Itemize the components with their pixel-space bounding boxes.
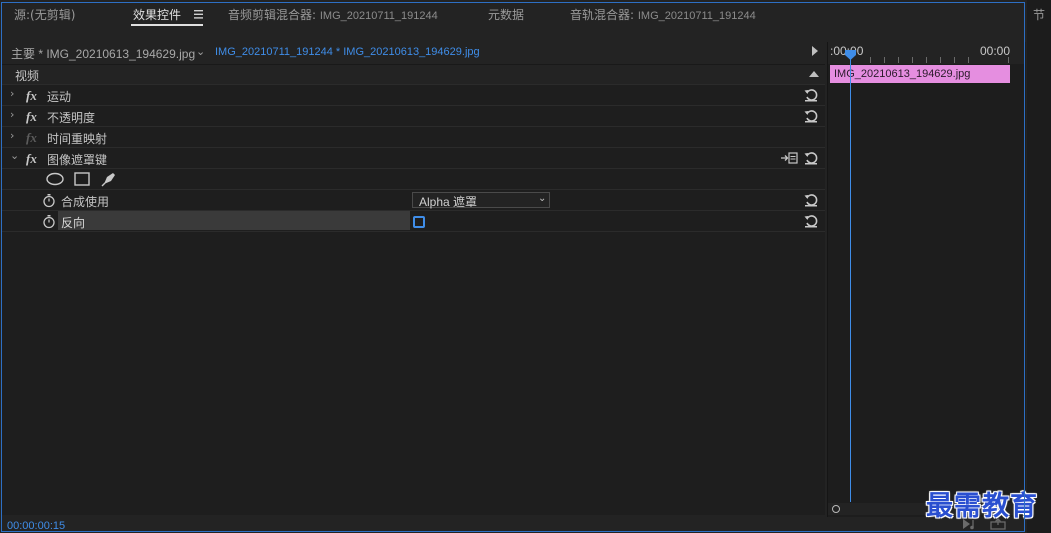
effect-row-motion[interactable]: › fx 运动 [2, 86, 825, 106]
playhead-icon[interactable] [845, 50, 856, 60]
effect-row-opacity[interactable]: › fx 不透明度 [2, 107, 825, 127]
ruler-end-label: 00:00 [980, 44, 1011, 58]
pen-mask-icon[interactable] [101, 171, 117, 187]
show-timeline-toggle-icon[interactable] [812, 46, 818, 56]
tab-source-label: 源:(无剪辑) [14, 8, 76, 22]
effect-label-time-remapping: 时间重映射 [47, 132, 108, 146]
right-panel-tab-label[interactable]: 节 [1033, 6, 1045, 23]
invert-label-highlight [58, 211, 410, 230]
tab-track-mixer-sub: IMG_20210711_191244 [637, 10, 756, 22]
stopwatch-icon[interactable] [42, 193, 56, 208]
ruler-tick [870, 57, 871, 63]
tab-metadata[interactable]: 元数据 [488, 6, 524, 23]
reset-icon[interactable] [803, 87, 819, 103]
ruler-tick [884, 57, 885, 63]
tab-effect-controls-label: 效果控件 [133, 8, 182, 22]
chevron-down-icon: ⌄ [538, 193, 547, 204]
composite-using-label: 合成使用 [61, 195, 110, 209]
tab-metadata-label: 元数据 [488, 8, 525, 22]
chevron-down-icon[interactable]: ⌄ [196, 45, 205, 58]
invert-label: 反向 [61, 216, 86, 230]
chevron-right-icon[interactable]: › [10, 129, 14, 142]
scroll-handle[interactable] [832, 505, 840, 513]
chevron-right-icon[interactable]: › [10, 108, 14, 121]
video-section-label: 视频 [15, 69, 40, 83]
menu-icon[interactable] [194, 10, 204, 19]
playhead-line[interactable] [850, 56, 851, 502]
reset-icon[interactable] [803, 108, 819, 124]
stopwatch-icon[interactable] [42, 214, 56, 229]
tab-track-mixer-label: 音轨混合器: [570, 8, 638, 22]
mask-tools-row [2, 170, 825, 190]
main-clip-selector[interactable]: 主要 * IMG_20210613_194629.jpg [11, 45, 195, 62]
tab-audio-clip-mixer-sub: IMG_20210711_191244 [319, 10, 438, 22]
mini-timeline [827, 42, 1026, 517]
ruler-tick [912, 57, 913, 63]
ruler-tick [926, 57, 927, 63]
active-tab-underline [131, 24, 203, 26]
timeline-clip-label: IMG_20210613_194629.jpg [834, 68, 971, 80]
ellipse-mask-icon[interactable] [46, 172, 64, 186]
reset-icon[interactable] [803, 213, 819, 229]
ruler-tick [1008, 57, 1009, 63]
fx-icon[interactable]: fx [26, 151, 37, 167]
effect-label-opacity: 不透明度 [47, 111, 96, 125]
rectangle-mask-icon[interactable] [74, 172, 90, 186]
effect-label-image-matte-key: 图像遮罩键 [47, 153, 108, 167]
collapse-up-icon[interactable] [809, 71, 819, 77]
fx-icon: fx [26, 130, 37, 145]
chevron-down-icon[interactable]: ⌄ [10, 149, 19, 162]
right-panel-strip: 节 [1027, 0, 1051, 533]
tab-source[interactable]: 源:(无剪辑) [14, 6, 75, 23]
watermark-logo: 最需教育 [926, 491, 1038, 522]
export-mask-icon[interactable] [780, 151, 798, 165]
reset-icon[interactable] [803, 192, 819, 208]
video-section-header: 视频 [2, 65, 825, 85]
fx-icon[interactable]: fx [26, 109, 37, 125]
reset-icon[interactable] [803, 150, 819, 166]
fx-icon[interactable]: fx [26, 88, 37, 104]
effect-row-time-remapping[interactable]: › fx 时间重映射 [2, 128, 825, 148]
tab-effect-controls[interactable]: 效果控件 [133, 6, 181, 23]
ruler-tick [968, 57, 969, 63]
tab-track-mixer[interactable]: 音轨混合器: IMG_20210711_191244 [570, 6, 756, 23]
ruler-tick [940, 57, 941, 63]
chevron-right-icon[interactable]: › [10, 87, 14, 100]
effect-row-image-matte-key[interactable]: ⌄ fx 图像遮罩键 [2, 149, 825, 169]
status-bar [2, 516, 825, 532]
ruler-tick [898, 57, 899, 63]
ruler-tick [954, 57, 955, 63]
tab-audio-clip-mixer-label: 音频剪辑混合器: [228, 8, 320, 22]
composite-using-value: Alpha 遮罩 [419, 195, 478, 209]
tab-audio-clip-mixer[interactable]: 音频剪辑混合器: IMG_20210711_191244 [228, 6, 438, 23]
invert-checkbox[interactable] [413, 216, 425, 228]
current-timecode[interactable]: 00:00:00:15 [7, 520, 65, 532]
effect-label-motion: 运动 [47, 90, 72, 104]
sequence-clip-selector[interactable]: IMG_20210711_191244 * IMG_20210613_19462… [215, 46, 480, 58]
